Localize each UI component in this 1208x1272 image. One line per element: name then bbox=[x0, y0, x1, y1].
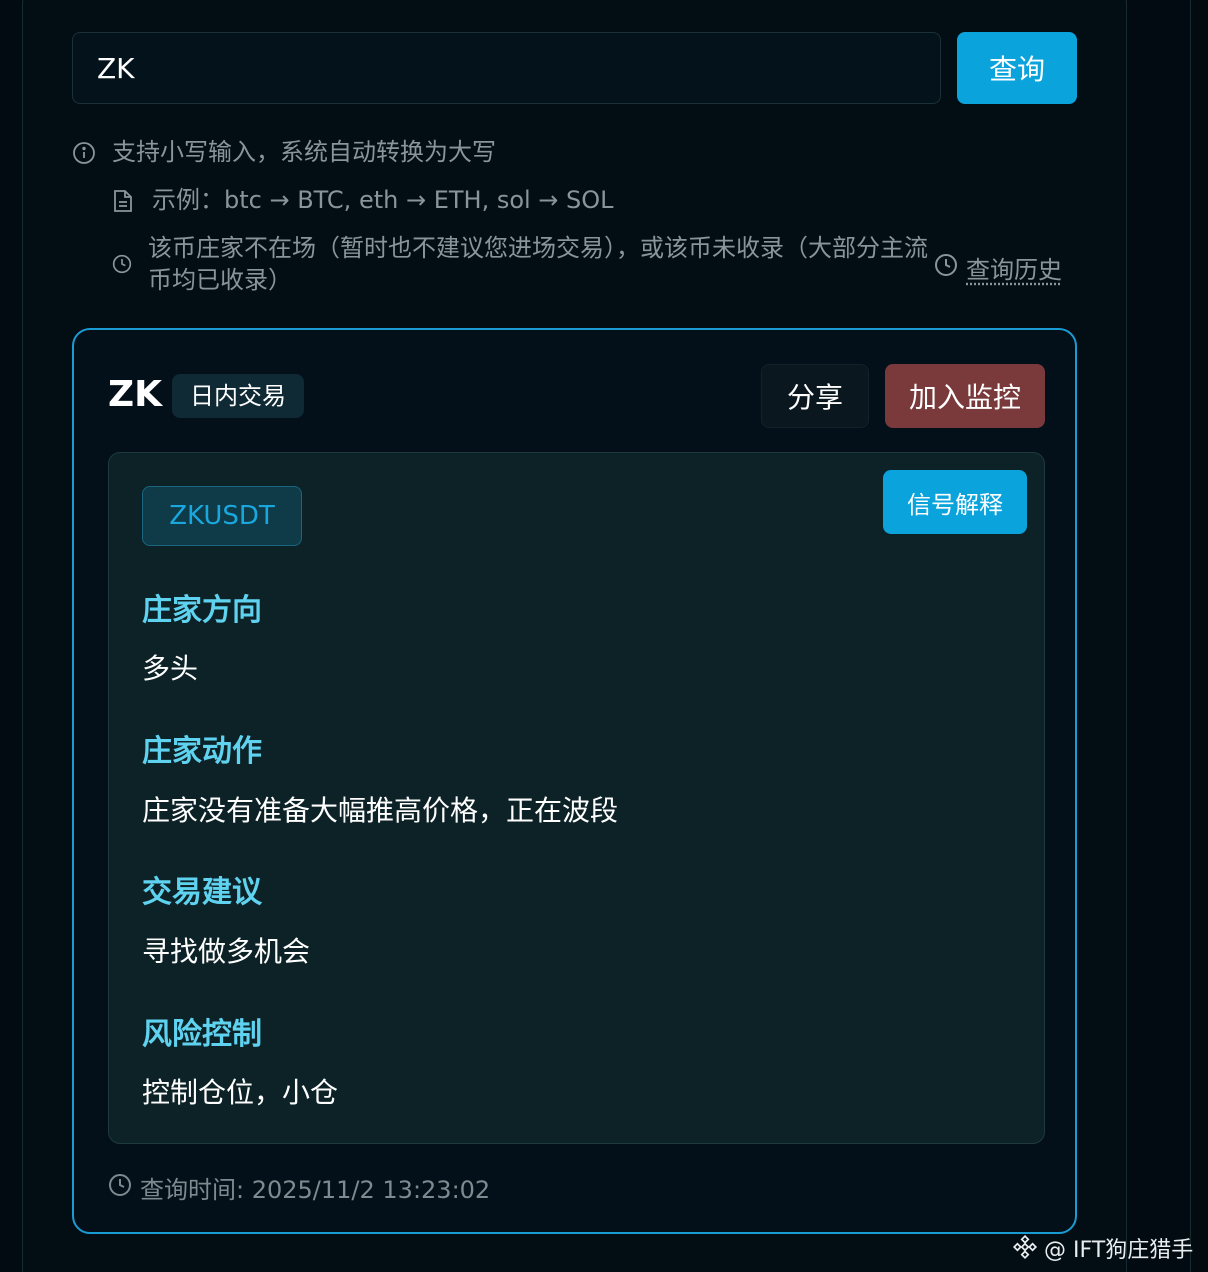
section-title: 交易建议 bbox=[142, 875, 262, 910]
search-input[interactable] bbox=[72, 32, 941, 104]
info-icon bbox=[73, 142, 95, 164]
section-body: 多头 bbox=[142, 652, 199, 685]
section-title: 庄家动作 bbox=[142, 734, 262, 769]
add-monitor-button[interactable]: 加入监控 bbox=[885, 364, 1045, 428]
clock-icon bbox=[112, 254, 132, 274]
clock-icon bbox=[109, 1174, 131, 1196]
trade-type-badge: 日内交易 bbox=[172, 374, 304, 418]
hint-uppercase-text: 支持小写输入，系统自动转换为大写 bbox=[112, 138, 496, 166]
query-time-text: 查询时间: 2025/11/2 13:23:02 bbox=[140, 1176, 491, 1204]
section-body: 寻找做多机会 bbox=[142, 935, 311, 968]
clock-icon bbox=[935, 254, 957, 276]
signal-explain-button[interactable]: 信号解释 bbox=[883, 470, 1027, 534]
hint-not-listed-text: 该币庄家不在场（暂时也不建议您进场交易），或该币未收录（大部分主流币均已收录） bbox=[148, 234, 928, 294]
binance-logo-icon bbox=[1012, 1234, 1038, 1260]
document-icon bbox=[114, 190, 132, 212]
result-card: ZK 日内交易 分享 加入监控 ZKUSDT 信号解释 庄家方向 多头 庄家动作… bbox=[72, 328, 1077, 1234]
search-button[interactable]: 查询 bbox=[957, 32, 1077, 104]
trading-pair-badge: ZKUSDT bbox=[142, 486, 302, 546]
watermark-text: @ IFT狗庄猎手 bbox=[1044, 1238, 1194, 1263]
hint-example-text: 示例：btc → BTC, eth → ETH, sol → SOL bbox=[152, 186, 614, 214]
coin-symbol: ZK bbox=[108, 374, 162, 415]
section-body: 庄家没有准备大幅推高价格，正在波段 bbox=[142, 794, 619, 827]
section-title: 庄家方向 bbox=[142, 593, 262, 628]
signal-panel: ZKUSDT 信号解释 庄家方向 多头 庄家动作 庄家没有准备大幅推高价格，正在… bbox=[108, 452, 1045, 1144]
query-history-label[interactable]: 查询历史 bbox=[966, 250, 1062, 285]
share-button[interactable]: 分享 bbox=[761, 364, 869, 428]
section-body: 控制仓位，小仓 bbox=[142, 1076, 339, 1109]
right-panel-edge bbox=[1190, 0, 1208, 1272]
section-title: 风险控制 bbox=[142, 1017, 262, 1052]
